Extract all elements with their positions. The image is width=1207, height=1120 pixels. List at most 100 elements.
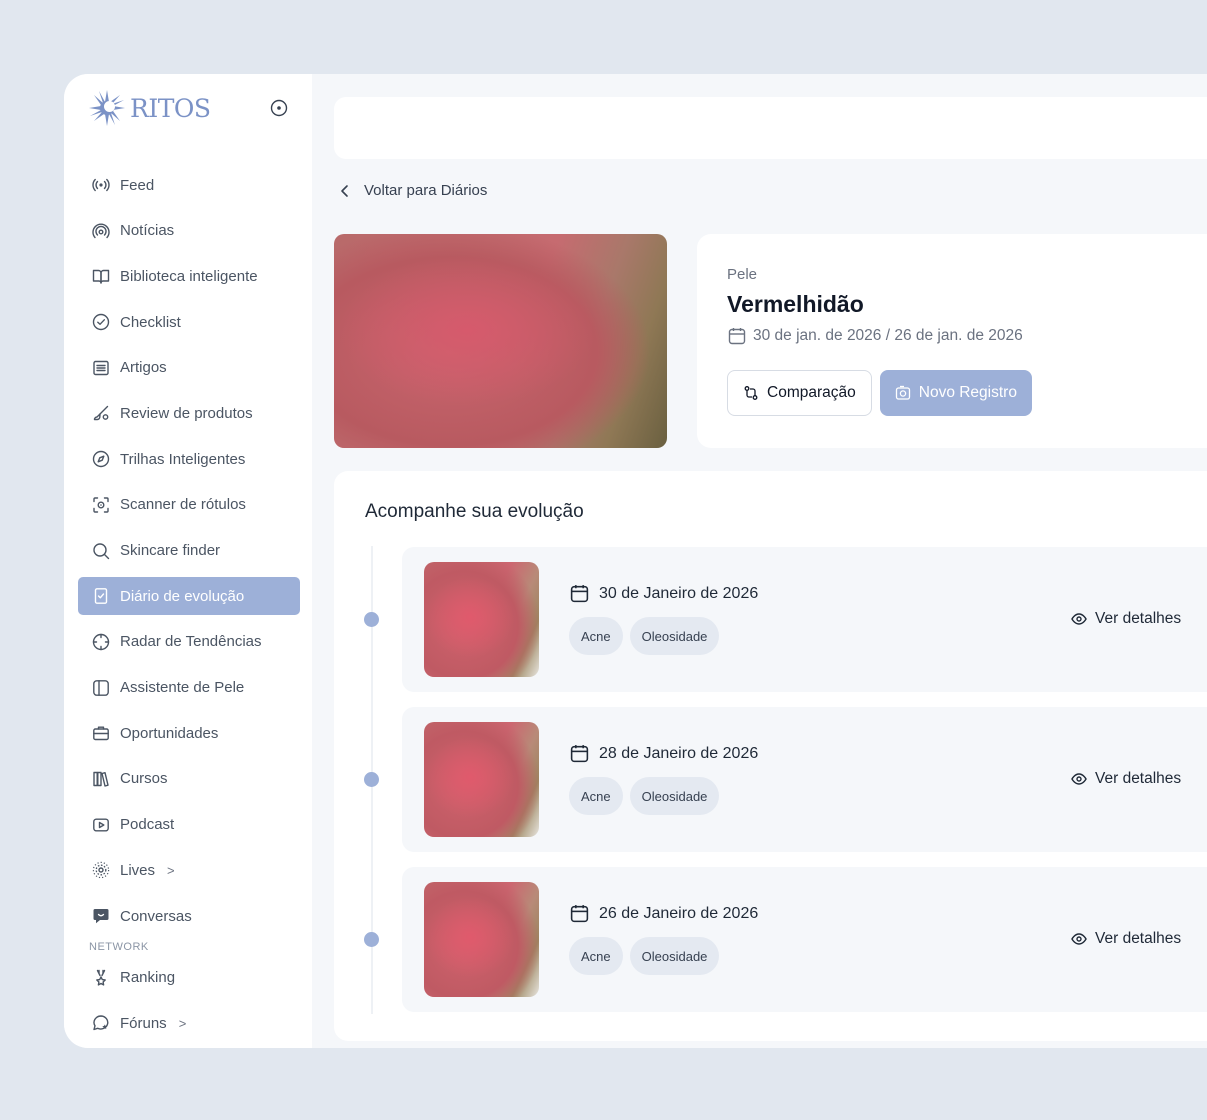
view-details-label: Ver detalhes — [1095, 930, 1182, 947]
diary-actions: Comparação Novo Registro — [727, 370, 1207, 416]
sidebar-item-cursos[interactable]: Cursos — [78, 760, 300, 798]
sidebar-item-label: Feed — [120, 176, 155, 194]
sidebar-item-checklist[interactable]: Checklist — [78, 303, 300, 341]
sidebar-item-foruns[interactable]: Fóruns > — [78, 1004, 300, 1042]
sidebar-item-scanner-de-rotulos[interactable]: Scanner de rótulos — [78, 486, 300, 524]
sidebar-toggle-icon[interactable] — [270, 99, 288, 117]
evolution-entry[interactable]: 26 de Janeiro de 2026 Acne Oleosidade Ver … — [402, 867, 1207, 1012]
sidebar-item-diario-de-evolucao[interactable]: Diário de evolução — [78, 577, 300, 616]
sidebar-item-radar-de-tendencias[interactable]: Radar de Tendências — [78, 623, 300, 661]
sidebar-item-label: Review de produtos — [120, 404, 253, 422]
logo[interactable]: RITOS — [88, 89, 211, 127]
evolution-section: Acompanhe sua evolução 30 de Janeiro de … — [334, 471, 1207, 1041]
tag-chip: Oleosidade — [629, 777, 720, 815]
compare-button-label: Comparação — [767, 384, 856, 401]
view-details-button[interactable]: Ver detalhes — [1071, 930, 1181, 948]
sidebar-item-label: Checklist — [120, 313, 181, 331]
calendar-icon — [570, 905, 589, 923]
view-details-button[interactable]: Ver detalhes — [1071, 610, 1181, 628]
sidebar-item-podcast[interactable]: Podcast — [78, 806, 300, 844]
new-record-button[interactable]: Novo Registro — [879, 370, 1032, 416]
diary-date-range: 30 de jan. de 2026 / 26 de jan. de 2026 — [727, 326, 1207, 346]
panel-icon — [92, 679, 110, 697]
eye-icon — [1071, 933, 1087, 945]
diary-icon — [92, 587, 110, 605]
sidebar-nav: Feed Notícias Biblioteca inteligente Checkl… — [78, 166, 300, 1042]
view-details-label: Ver detalhes — [1095, 770, 1182, 787]
entry-photo — [424, 722, 539, 837]
sidebar-item-label: Conversas — [120, 907, 192, 925]
logo-row: RITOS — [78, 88, 300, 128]
sidebar-item-artigos[interactable]: Artigos — [78, 349, 300, 387]
tag-chip: Acne — [569, 777, 623, 815]
new-record-button-label: Novo Registro — [918, 384, 1017, 401]
sidebar-item-trilhas-inteligentes[interactable]: Trilhas Inteligentes — [78, 440, 300, 478]
article-icon — [92, 359, 110, 377]
entry-photo — [424, 882, 539, 997]
signal-icon — [92, 222, 110, 240]
entry-tags: Acne Oleosidade — [569, 617, 720, 655]
sidebar-item-label: Ranking — [120, 969, 176, 987]
back-link-label: Voltar para Diários — [364, 182, 488, 199]
tag-chip: Acne — [569, 937, 623, 975]
sidebar-item-lives[interactable]: Lives > — [78, 851, 300, 889]
main-content: Voltar para Diários Pele Vermelhidão 30 … — [312, 74, 1207, 1048]
diary-dates-text: 30 de jan. de 2026 / 26 de jan. de 2026 — [753, 327, 1023, 344]
sidebar-item-feed[interactable]: Feed — [78, 166, 300, 204]
scan-icon — [92, 496, 110, 514]
evolution-entry[interactable]: 30 de Janeiro de 2026 Acne Oleosidade Ver … — [402, 547, 1207, 692]
sidebar-item-label: Fóruns — [120, 1014, 167, 1032]
diary-category: Pele — [727, 266, 758, 283]
sidebar-section-label: NETWORK — [89, 940, 149, 953]
entry-date-text: 30 de Janeiro de 2026 — [599, 584, 759, 602]
search-icon — [92, 542, 110, 560]
tag-chip: Oleosidade — [629, 617, 720, 655]
broadcast-icon — [92, 176, 110, 194]
camera-plus-icon — [895, 385, 910, 400]
sidebar-item-noticias[interactable]: Notícias — [78, 212, 300, 250]
brush-icon — [92, 404, 110, 422]
chat-icon — [92, 907, 110, 925]
timeline-dot — [364, 932, 379, 947]
sidebar-item-oportunidades[interactable]: Oportunidades — [78, 714, 300, 752]
top-bar — [334, 97, 1207, 159]
crosshair-icon — [92, 633, 110, 651]
diary-title: Vermelhidão — [727, 291, 864, 317]
sidebar-item-label: Cursos — [120, 770, 168, 788]
evolution-entry[interactable]: 28 de Janeiro de 2026 Acne Oleosidade Ver … — [402, 707, 1207, 852]
diary-cover-image — [334, 234, 667, 448]
sidebar-item-label: Radar de Tendências — [120, 633, 262, 651]
view-details-button[interactable]: Ver detalhes — [1071, 770, 1181, 788]
sidebar-item-skincare-finder[interactable]: Skincare finder — [78, 532, 300, 570]
entry-date: 30 de Janeiro de 2026 — [569, 583, 758, 604]
sidebar-item-label: Biblioteca inteligente — [120, 267, 258, 285]
calendar-icon — [570, 745, 589, 763]
eye-icon — [1071, 613, 1087, 625]
brand-name: RITOS — [130, 93, 211, 123]
back-link[interactable]: Voltar para Diários — [338, 182, 487, 199]
compare-button[interactable]: Comparação — [727, 370, 872, 416]
sidebar-item-label: Oportunidades — [120, 724, 219, 742]
forum-icon — [92, 1014, 110, 1032]
compass-icon — [92, 450, 110, 468]
check-circle-icon — [92, 313, 110, 331]
entry-tags: Acne Oleosidade — [569, 937, 720, 975]
sidebar-item-label: Diário de evolução — [120, 587, 245, 605]
entry-date-text: 28 de Janeiro de 2026 — [599, 744, 759, 762]
sidebar-item-assistente-de-pele[interactable]: Assistente de Pele — [78, 669, 300, 707]
sun-logo-icon — [89, 90, 125, 126]
tag-chip: Acne — [569, 617, 623, 655]
sidebar-item-label: Lives — [120, 861, 156, 879]
evolution-title: Acompanhe sua evolução — [365, 501, 584, 522]
entry-date-text: 26 de Janeiro de 2026 — [599, 904, 759, 922]
sidebar-item-ranking[interactable]: Ranking — [78, 959, 300, 997]
sidebar-item-label: Assistente de Pele — [120, 679, 245, 697]
sidebar-item-label: Trilhas Inteligentes — [120, 450, 246, 468]
sidebar-item-conversas[interactable]: Conversas — [78, 897, 300, 935]
sidebar-item-label: Artigos — [120, 359, 167, 377]
play-icon — [92, 816, 110, 834]
sidebar-item-review-de-produtos[interactable]: Review de produtos — [78, 394, 300, 432]
chevron-left-icon — [341, 184, 348, 197]
sidebar-item-biblioteca-inteligente[interactable]: Biblioteca inteligente — [78, 257, 300, 295]
live-icon — [92, 861, 110, 879]
